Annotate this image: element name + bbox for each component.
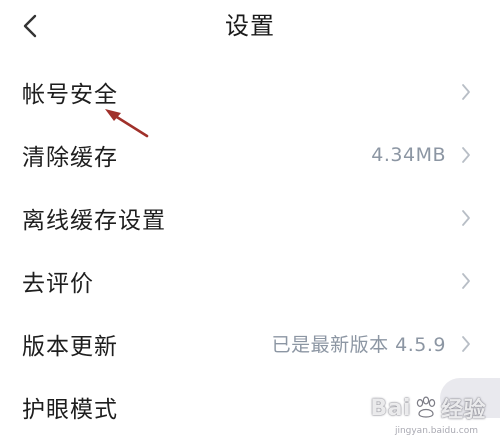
page-title: 设置	[225, 12, 275, 40]
settings-item-account-security[interactable]: 帐号安全	[0, 60, 500, 123]
version-status-value: 已是最新版本 4.5.9	[271, 334, 446, 356]
chevron-right-icon	[460, 334, 472, 354]
settings-item-offline-cache[interactable]: 离线缓存设置	[0, 186, 500, 249]
header-bar: 设置	[0, 0, 500, 56]
settings-item-clear-cache[interactable]: 清除缓存 4.34MB	[0, 123, 500, 186]
settings-item-version-update[interactable]: 版本更新 已是最新版本 4.5.9	[0, 312, 500, 375]
settings-list: 帐号安全 清除缓存 4.34MB 离线缓存设置 去评价 版本更新 已是最新版本 …	[0, 60, 500, 438]
chevron-right-icon	[460, 271, 472, 291]
settings-item-label: 护眼模式	[22, 396, 118, 423]
settings-item-label: 去评价	[22, 270, 94, 297]
settings-item-eye-protection[interactable]: 护眼模式	[0, 375, 500, 438]
settings-item-rate-app[interactable]: 去评价	[0, 249, 500, 312]
settings-item-label: 清除缓存	[22, 144, 118, 171]
chevron-right-icon	[460, 208, 472, 228]
chevron-right-icon	[460, 145, 472, 165]
settings-item-label: 帐号安全	[22, 81, 118, 108]
eye-protection-toggle[interactable]	[440, 378, 500, 418]
cache-size-value: 4.34MB	[371, 143, 446, 166]
chevron-right-icon	[460, 82, 472, 102]
settings-screen: 设置 帐号安全 清除缓存 4.34MB 离线缓存设置 去评价 版本更新 已是最新…	[0, 0, 500, 440]
settings-item-label: 离线缓存设置	[22, 207, 166, 234]
settings-item-label: 版本更新	[22, 333, 118, 360]
